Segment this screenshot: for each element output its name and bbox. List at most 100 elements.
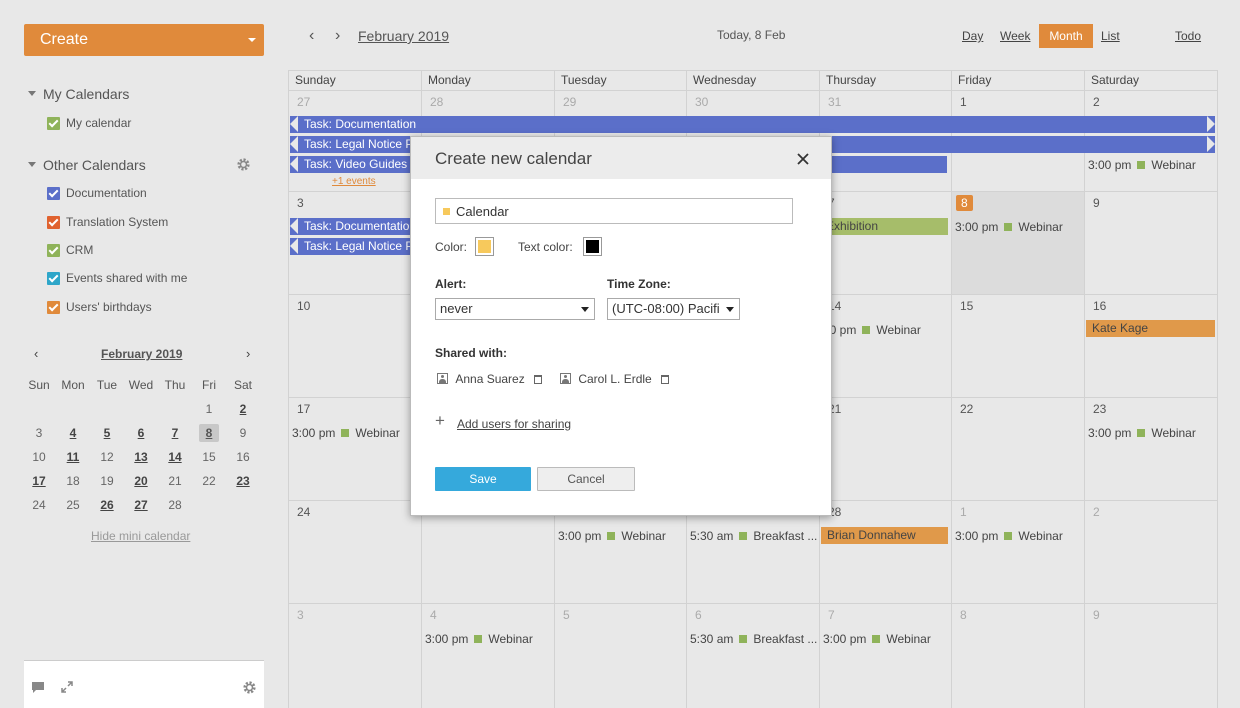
color-picker[interactable] [475, 237, 494, 256]
timezone-select[interactable]: (UTC-08:00) Pacifi [607, 298, 740, 320]
mini-day[interactable]: 9 [226, 421, 260, 445]
expand-icon[interactable] [61, 681, 73, 693]
day-cell[interactable]: 3 [288, 603, 421, 708]
mini-day[interactable]: 25 [56, 493, 90, 517]
mini-day[interactable]: 4 [56, 421, 90, 445]
mini-day[interactable]: 3 [22, 421, 56, 445]
users-birthdays-label[interactable]: Users' birthdays [66, 300, 152, 314]
mini-day[interactable]: 17 [22, 469, 56, 493]
tab-month[interactable]: Month [1039, 24, 1093, 48]
events-shared-label[interactable]: Events shared with me [66, 271, 187, 285]
mini-day[interactable]: 15 [192, 445, 226, 469]
settings-gear-icon[interactable] [242, 680, 257, 695]
day-cell[interactable]: 8 [951, 603, 1084, 708]
day-cell[interactable]: 16 [1084, 294, 1218, 397]
task-bar[interactable]: Task: Documentation [290, 116, 1215, 133]
chevron-down-icon[interactable] [248, 38, 256, 42]
mini-day[interactable]: 12 [90, 445, 124, 469]
crm-label[interactable]: CRM [66, 243, 93, 257]
day-cell[interactable]: 7 [819, 603, 951, 708]
day-cell[interactable]: 5 [554, 603, 686, 708]
mini-day[interactable]: 14 [158, 445, 192, 469]
day-cell[interactable]: 2 [1084, 500, 1218, 603]
today-label[interactable]: Today, 8 Feb [717, 28, 785, 42]
event-item[interactable]: 3:00 pm Webinar [819, 632, 931, 646]
other-calendars-title[interactable]: Other Calendars [43, 157, 146, 173]
mini-day[interactable]: 11 [56, 445, 90, 469]
my-calendars-title[interactable]: My Calendars [43, 86, 129, 102]
tab-list[interactable]: List [1095, 24, 1126, 48]
day-cell[interactable]: 1 [951, 500, 1084, 603]
documentation-checkbox[interactable] [47, 187, 60, 200]
translation-system-label[interactable]: Translation System [66, 215, 168, 229]
mini-calendar-title[interactable]: February 2019 [101, 347, 182, 361]
day-cell[interactable]: 17 [288, 397, 421, 500]
task-bar[interactable]: Task: Legal Notice P [290, 238, 420, 255]
birthday-bar[interactable]: Kate Kage [1086, 320, 1215, 337]
mini-day[interactable]: 23 [226, 469, 260, 493]
mini-day-today[interactable]: 8 [192, 421, 226, 445]
close-icon[interactable] [797, 153, 809, 165]
more-events-link[interactable]: +1 events [332, 176, 376, 187]
gear-icon[interactable] [236, 157, 251, 172]
crm-checkbox[interactable] [47, 244, 60, 257]
event-item[interactable]: 5:30 am Breakfast ... [686, 529, 818, 543]
event-item[interactable]: 3:00 pm Webinar [288, 426, 400, 440]
mini-prev-icon[interactable]: ‹ [34, 346, 38, 361]
mini-day[interactable]: 16 [226, 445, 260, 469]
mini-day[interactable]: 20 [124, 469, 158, 493]
event-bar[interactable]: Exhibition [820, 218, 948, 235]
day-cell[interactable]: 15 [951, 294, 1084, 397]
tab-todo[interactable]: Todo [1169, 24, 1207, 48]
task-bar[interactable]: Task: Documentation [290, 218, 420, 235]
day-cell[interactable]: 28 [819, 500, 951, 603]
tab-week[interactable]: Week [994, 24, 1036, 48]
mini-day[interactable]: 6 [124, 421, 158, 445]
mini-day[interactable]: 10 [22, 445, 56, 469]
birthday-bar[interactable]: Brian Donnahew [821, 527, 948, 544]
mini-day[interactable]: 18 [56, 469, 90, 493]
my-calendar-label[interactable]: My calendar [66, 116, 131, 130]
hide-mini-calendar-link[interactable]: Hide mini calendar [91, 529, 190, 543]
day-cell[interactable]: 21 [819, 397, 951, 500]
day-cell[interactable]: 4 [421, 603, 554, 708]
mini-day[interactable]: 21 [158, 469, 192, 493]
alert-select[interactable]: never [435, 298, 595, 320]
plus-icon[interactable]: + [435, 412, 445, 429]
mini-day[interactable]: 19 [90, 469, 124, 493]
day-cell[interactable]: 22 [951, 397, 1084, 500]
cancel-button[interactable]: Cancel [537, 467, 635, 491]
event-item[interactable]: 3:00 pm Webinar [1084, 158, 1196, 172]
event-item[interactable]: 3:00 pm Webinar [421, 632, 533, 646]
event-item[interactable]: 00 pm Webinar [819, 323, 921, 337]
events-shared-checkbox[interactable] [47, 272, 60, 285]
event-item[interactable]: 3:00 pm Webinar [951, 529, 1063, 543]
day-cell[interactable]: 14 [819, 294, 951, 397]
my-calendar-checkbox[interactable] [47, 117, 60, 130]
chat-icon[interactable] [31, 681, 45, 694]
mini-day[interactable]: 28 [158, 493, 192, 517]
day-cell[interactable]: 9 [1084, 603, 1218, 708]
event-item[interactable]: 5:30 am Breakfast ... [686, 632, 818, 646]
add-users-link[interactable]: Add users for sharing [457, 417, 571, 431]
mini-day[interactable]: 27 [124, 493, 158, 517]
event-item[interactable]: 3:00 pm Webinar [1084, 426, 1196, 440]
collapse-other-calendars-icon[interactable] [28, 162, 36, 167]
day-cell[interactable]: 9 [1084, 191, 1218, 294]
translation-system-checkbox[interactable] [47, 216, 60, 229]
day-cell-today[interactable]: 8 [951, 191, 1084, 294]
day-cell[interactable]: 7 [819, 191, 951, 294]
event-item[interactable]: 3:00 pm Webinar [951, 220, 1063, 234]
mini-next-icon[interactable]: › [246, 346, 250, 361]
mini-day[interactable]: 5 [90, 421, 124, 445]
create-button[interactable]: Create [24, 24, 264, 56]
day-cell[interactable]: 10 [288, 294, 421, 397]
save-button[interactable]: Save [435, 467, 531, 491]
users-birthdays-checkbox[interactable] [47, 301, 60, 314]
collapse-my-calendars-icon[interactable] [28, 91, 36, 96]
month-title[interactable]: February 2019 [358, 28, 449, 44]
mini-day[interactable]: 1 [192, 397, 226, 421]
prev-month-icon[interactable]: ‹ [309, 27, 314, 45]
mini-day[interactable]: 24 [22, 493, 56, 517]
documentation-label[interactable]: Documentation [66, 186, 147, 200]
